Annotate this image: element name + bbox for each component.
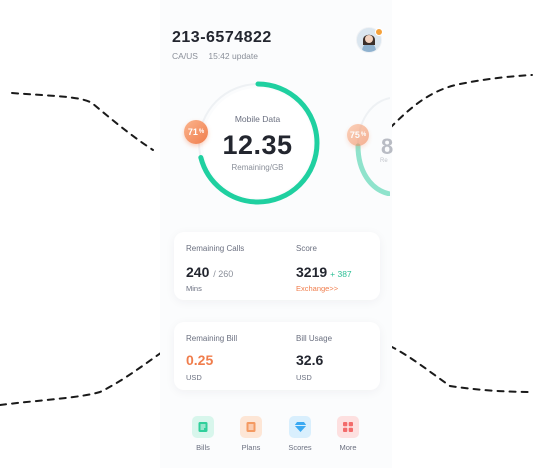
data-percent-badge: 71% bbox=[184, 120, 208, 144]
score-label: Score bbox=[296, 244, 317, 253]
gauge-value: 12.35 bbox=[222, 130, 293, 160]
nav-bills[interactable]: Bills bbox=[183, 416, 223, 452]
update-time: 15:42 update bbox=[208, 51, 258, 61]
score-value: 3219 + 387 bbox=[296, 264, 352, 280]
nav-scores-label: Scores bbox=[288, 443, 312, 452]
nav-bills-label: Bills bbox=[196, 443, 210, 452]
remaining-bill-unit: USD bbox=[186, 373, 202, 382]
remaining-calls-unit: Mins bbox=[186, 284, 202, 293]
nav-plans[interactable]: Plans bbox=[231, 416, 271, 452]
next-percent-badge: 75% bbox=[347, 124, 369, 146]
update-line: CA/US 15:42 update bbox=[172, 51, 258, 61]
more-icon bbox=[337, 416, 359, 438]
gauge-title: Mobile Data bbox=[234, 114, 281, 124]
bill-usage-value: 32.6 bbox=[296, 352, 324, 368]
scores-icon bbox=[289, 416, 311, 438]
remaining-calls-label: Remaining Calls bbox=[186, 244, 245, 253]
remaining-bill-label: Remaining Bill bbox=[186, 334, 238, 343]
nav-more[interactable]: More bbox=[328, 416, 368, 452]
bill-usage-unit: USD bbox=[296, 373, 312, 382]
nav-more-label: More bbox=[339, 443, 357, 452]
next-card-value: 8 bbox=[381, 134, 394, 159]
bills-icon bbox=[192, 416, 214, 438]
gauge-sub-label: Remaining/GB bbox=[231, 163, 284, 172]
nav-plans-label: Plans bbox=[241, 443, 261, 452]
bill-usage-label: Bill Usage bbox=[296, 334, 333, 343]
notification-dot bbox=[375, 28, 383, 36]
exchange-link[interactable]: Exchange>> bbox=[296, 284, 338, 293]
next-card-label: Re bbox=[380, 158, 388, 164]
remaining-bill-value: 0.25 bbox=[186, 352, 214, 368]
region-label: CA/US bbox=[172, 51, 198, 61]
remaining-calls-value: 240 / 260 bbox=[186, 264, 234, 280]
nav-scores[interactable]: Scores bbox=[280, 416, 320, 452]
plans-icon bbox=[240, 416, 262, 438]
phone-number: 213-6574822 bbox=[172, 29, 272, 46]
